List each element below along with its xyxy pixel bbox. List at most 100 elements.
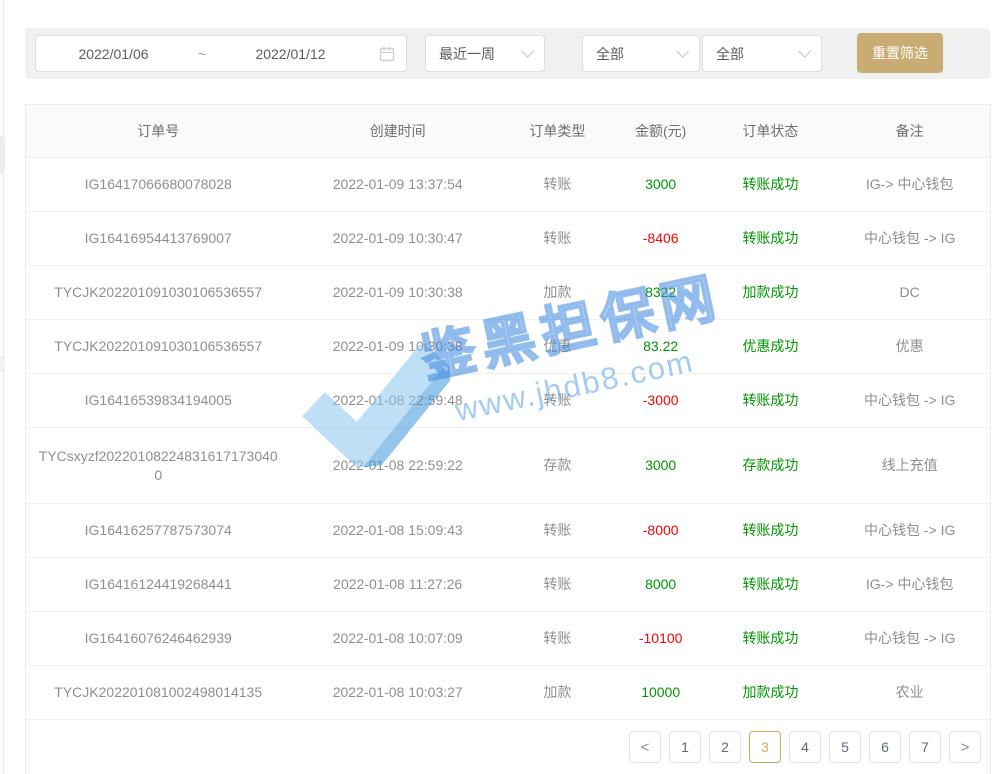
table-body: IG16417066680078028 2022-01-09 13:37:54 … (26, 158, 990, 720)
cell-order-number: TYCJK202201081002498014135 (26, 683, 290, 702)
table-row: IG16417066680078028 2022-01-09 13:37:54 … (26, 158, 990, 212)
page-button[interactable]: 6 (869, 731, 901, 763)
cell-order-type: 加款 (505, 683, 610, 702)
left-edge-divider (3, 0, 4, 774)
left-edge-fragment (0, 136, 5, 174)
cell-note: 线上充值 (829, 456, 990, 475)
table-row: TYCsxyzf202201082248316171730400 2022-01… (26, 428, 990, 504)
page-button[interactable]: 7 (909, 731, 941, 763)
cell-order-type: 优惠 (505, 337, 610, 356)
cell-order-type: 转账 (505, 175, 610, 194)
cell-order-number: TYCJK202201091030106536557 (26, 337, 290, 356)
cell-order-status: 加款成功 (712, 283, 830, 302)
cell-order-number: TYCsxyzf202201082248316171730400 (26, 447, 290, 485)
filter-bar: 2022/01/06 ~ 2022/01/12 最近一周 全部 全部 (25, 28, 990, 79)
cell-amount: 10000 (610, 683, 712, 702)
column-header: 订单类型 (505, 122, 610, 141)
cell-order-status: 转账成功 (712, 629, 830, 648)
cell-order-number: IG16416124419268441 (26, 575, 290, 594)
date-end-value[interactable]: 2022/01/12 (213, 46, 368, 62)
cell-note: IG-> 中心钱包 (829, 175, 990, 194)
page-button[interactable]: 5 (829, 731, 861, 763)
cell-order-number: IG16416257787573074 (26, 521, 290, 540)
cell-note: 农业 (829, 683, 990, 702)
chevron-down-icon (521, 45, 534, 58)
cell-order-type: 加款 (505, 283, 610, 302)
column-header: 订单状态 (712, 122, 830, 141)
cell-note: 中心钱包 -> IG (829, 521, 990, 540)
column-header: 订单号 (26, 122, 290, 141)
cell-amount: 3000 (610, 175, 712, 194)
cell-order-status: 转账成功 (712, 575, 830, 594)
table-row: IG16416076246462939 2022-01-08 10:07:09 … (26, 612, 990, 666)
cell-order-type: 存款 (505, 456, 610, 475)
cell-note: 中心钱包 -> IG (829, 629, 990, 648)
orders-table: 订单号创建时间订单类型金额(元)订单状态备注 IG164170666800780… (25, 104, 991, 774)
page-button[interactable]: 2 (709, 731, 741, 763)
cell-amount: 83.22 (610, 337, 712, 356)
cell-note: 中心钱包 -> IG (829, 229, 990, 248)
cell-amount: -3000 (610, 391, 712, 410)
date-start-value[interactable]: 2022/01/06 (36, 46, 191, 62)
cell-note: 优惠 (829, 337, 990, 356)
cell-order-number: IG16417066680078028 (26, 175, 290, 194)
page-button[interactable]: 4 (789, 731, 821, 763)
cell-amount: 3000 (610, 456, 712, 475)
date-separator: ~ (191, 46, 213, 62)
calendar-icon (368, 46, 406, 62)
cell-order-type: 转账 (505, 521, 610, 540)
table-header-row: 订单号创建时间订单类型金额(元)订单状态备注 (26, 105, 990, 158)
page-button[interactable]: 3 (749, 731, 781, 763)
column-header: 创建时间 (290, 122, 505, 141)
cell-created-time: 2022-01-08 11:27:26 (290, 575, 505, 594)
cell-note: 中心钱包 -> IG (829, 391, 990, 410)
cell-amount: -10100 (610, 629, 712, 648)
cell-order-number: IG16416954413769007 (26, 229, 290, 248)
column-header: 金额(元) (610, 122, 712, 141)
order-status-value: 全部 (716, 44, 798, 64)
cell-amount: -8000 (610, 521, 712, 540)
reset-filters-button[interactable]: 重置筛选 (857, 33, 943, 73)
cell-order-number: TYCJK202201091030106536557 (26, 283, 290, 302)
prev-page-button[interactable]: < (629, 731, 661, 763)
cell-order-type: 转账 (505, 575, 610, 594)
cell-order-status: 转账成功 (712, 229, 830, 248)
table-row: TYCJK202201091030106536557 2022-01-09 10… (26, 320, 990, 374)
table-row: TYCJK202201081002498014135 2022-01-08 10… (26, 666, 990, 720)
date-preset-value: 最近一周 (439, 44, 521, 64)
cell-created-time: 2022-01-09 10:30:47 (290, 229, 505, 248)
cell-order-status: 加款成功 (712, 683, 830, 702)
cell-created-time: 2022-01-09 13:37:54 (290, 175, 505, 194)
cell-note: DC (829, 283, 990, 302)
cell-order-type: 转账 (505, 229, 610, 248)
cell-order-status: 存款成功 (712, 456, 830, 475)
cell-created-time: 2022-01-08 22:59:48 (290, 391, 505, 410)
cell-amount: 8322 (610, 283, 712, 302)
cell-created-time: 2022-01-08 10:03:27 (290, 683, 505, 702)
next-page-button[interactable]: > (949, 731, 981, 763)
cell-created-time: 2022-01-08 22:59:22 (290, 456, 505, 475)
table-row: IG16416954413769007 2022-01-09 10:30:47 … (26, 212, 990, 266)
table-row: TYCJK202201091030106536557 2022-01-09 10… (26, 266, 990, 320)
cell-amount: -8406 (610, 229, 712, 248)
page-button[interactable]: 1 (669, 731, 701, 763)
column-header: 备注 (829, 122, 990, 141)
cell-order-type: 转账 (505, 629, 610, 648)
date-range-picker[interactable]: 2022/01/06 ~ 2022/01/12 (35, 35, 407, 72)
date-preset-select[interactable]: 最近一周 (425, 35, 545, 72)
cell-order-status: 优惠成功 (712, 337, 830, 356)
order-status-select[interactable]: 全部 (702, 35, 822, 72)
cell-order-status: 转账成功 (712, 391, 830, 410)
table-row: IG16416124419268441 2022-01-08 11:27:26 … (26, 558, 990, 612)
chevron-down-icon (798, 45, 811, 58)
order-type-select[interactable]: 全部 (582, 35, 700, 72)
table-row: IG16416257787573074 2022-01-08 15:09:43 … (26, 504, 990, 558)
cell-created-time: 2022-01-08 10:07:09 (290, 629, 505, 648)
pagination: < 1234567 > (26, 720, 990, 774)
orders-page: 2022/01/06 ~ 2022/01/12 最近一周 全部 全部 (0, 0, 999, 774)
cell-note: IG-> 中心钱包 (829, 575, 990, 594)
left-edge-fragment (0, 356, 5, 372)
cell-amount: 8000 (610, 575, 712, 594)
cell-order-number: IG16416539834194005 (26, 391, 290, 410)
table-row: IG16416539834194005 2022-01-08 22:59:48 … (26, 374, 990, 428)
